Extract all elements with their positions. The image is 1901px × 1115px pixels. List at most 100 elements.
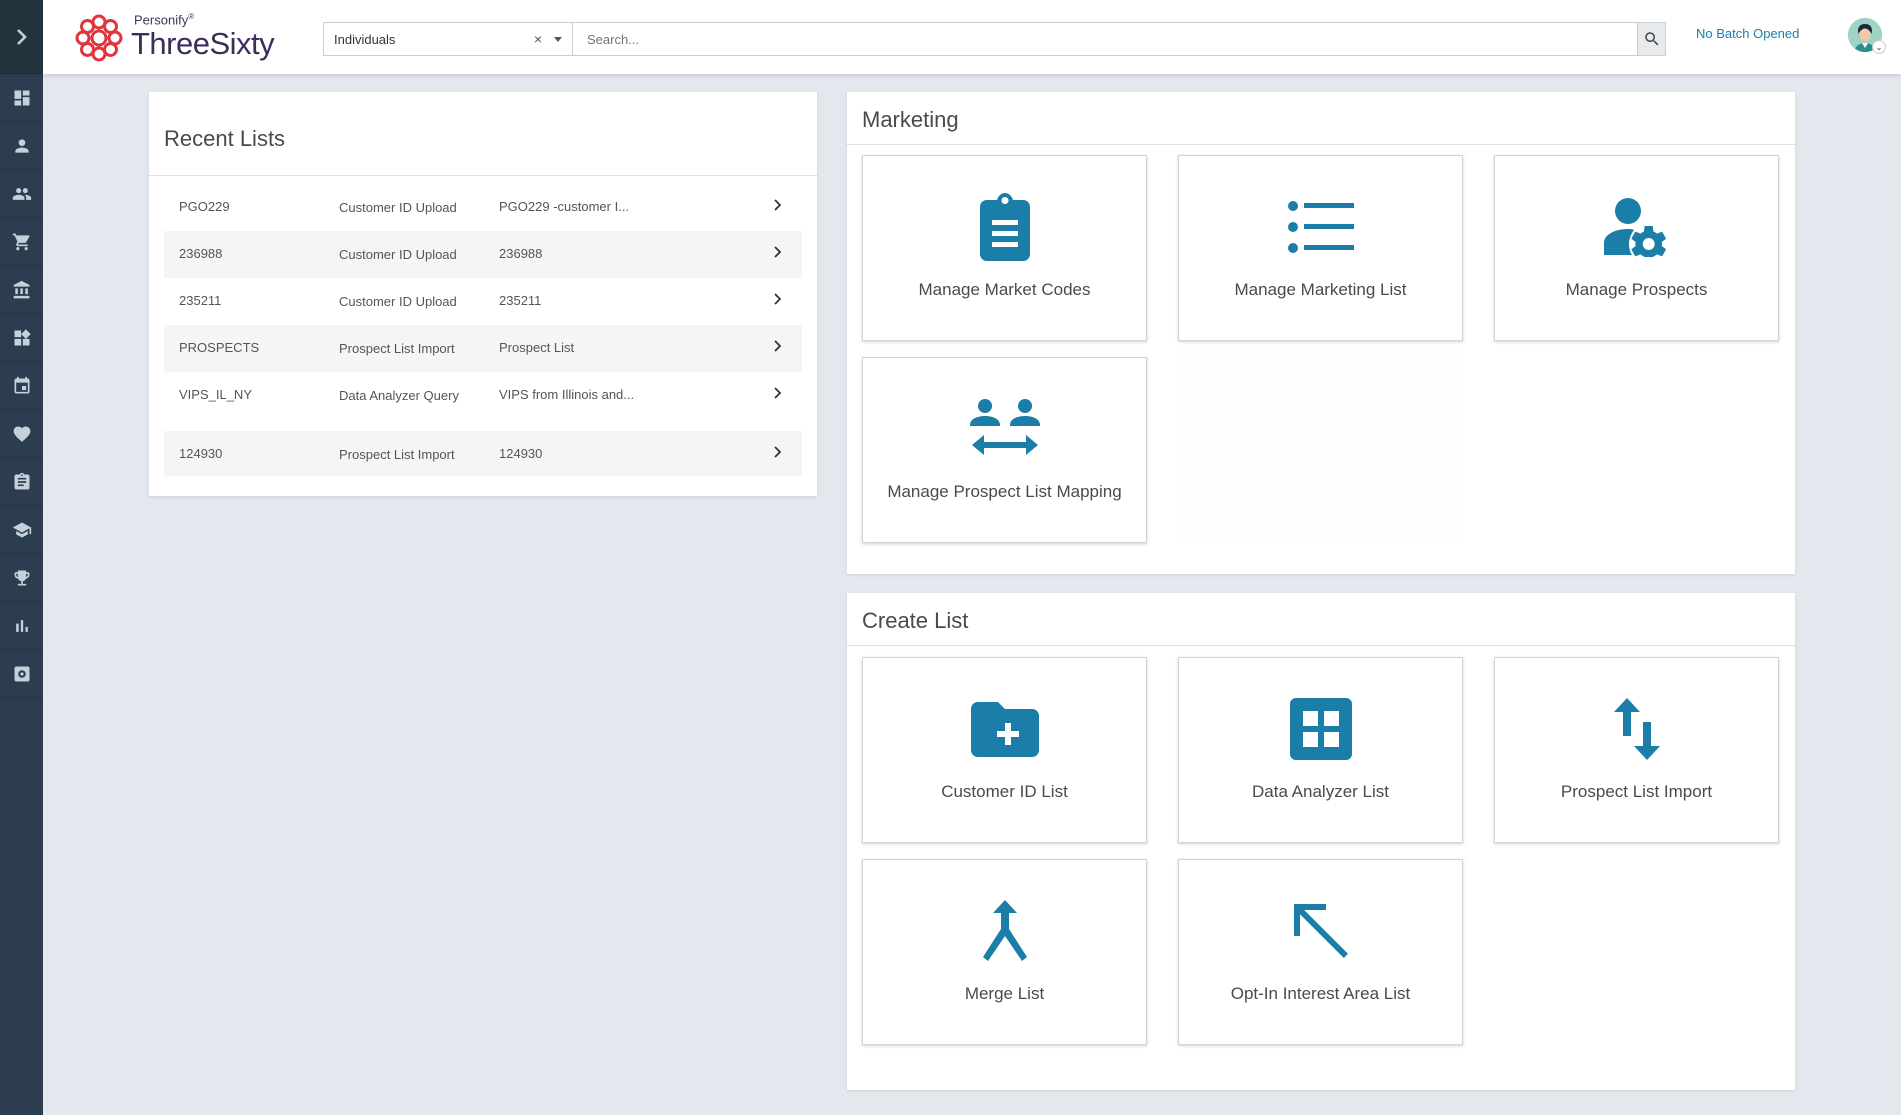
placeholder-tile [1178, 357, 1463, 543]
marketing-panel: Marketing Manage Market Codes Manage Mar… [847, 92, 1795, 574]
widgets-icon [14, 328, 31, 345]
list-type: Customer ID Upload [339, 247, 457, 262]
caret-down-icon[interactable] [554, 36, 562, 42]
list-description: 235211 [499, 293, 542, 308]
sidebar-item-events[interactable] [0, 362, 43, 410]
table-row[interactable]: 235211 Customer ID Upload 235211 [164, 278, 802, 325]
sidebar-item-groups[interactable] [0, 170, 43, 218]
avatar-chevron-down-icon[interactable]: ⌄ [1872, 40, 1886, 54]
logo-brand-small: Personify® [134, 12, 195, 28]
manage-market-codes-tile[interactable]: Manage Market Codes [862, 155, 1147, 341]
opt-in-interest-area-list-tile[interactable]: Opt-In Interest Area List [1178, 859, 1463, 1045]
marketing-title: Marketing [847, 92, 1795, 145]
sidebar [0, 0, 43, 1115]
merge-icon [982, 900, 1027, 961]
tile-label: Manage Marketing List [1234, 280, 1407, 299]
logo-wordmark: Personify® ThreeSixty [131, 12, 275, 62]
tile-label: Merge List [964, 984, 1045, 1003]
table-row[interactable]: VIPS_IL_NY Data Analyzer Query VIPS from… [164, 372, 802, 431]
chevron-right-icon [16, 28, 27, 45]
search-icon [1644, 32, 1658, 46]
sidebar-item-products[interactable] [0, 314, 43, 362]
list-description: Prospect List [499, 340, 575, 355]
sidebar-item-fundraising[interactable] [0, 410, 43, 458]
sidebar-item-marketing[interactable] [0, 458, 43, 506]
create-list-title: Create List [847, 593, 1795, 646]
calendar-icon [14, 376, 29, 393]
search-input[interactable] [573, 22, 1638, 56]
settings-box-icon [14, 666, 29, 681]
tile-label: Prospect List Import [1560, 782, 1713, 801]
customer-id-list-tile[interactable]: Customer ID List [862, 657, 1147, 843]
recent-lists-table: PGO229 Customer ID Upload PGO229 -custom… [164, 184, 802, 476]
sidebar-item-individual[interactable] [0, 122, 43, 170]
list-type: Customer ID Upload [339, 200, 457, 215]
clipboard-icon [14, 472, 29, 489]
sidebar-item-reports[interactable] [0, 602, 43, 650]
prospect-list-import-tile[interactable]: Prospect List Import [1494, 657, 1779, 843]
data-analyzer-list-tile[interactable]: Data Analyzer List [1178, 657, 1463, 843]
manage-prospects-tile[interactable]: Manage Prospects [1494, 155, 1779, 341]
top-header: Personify® ThreeSixty Individuals × No B… [43, 0, 1901, 74]
list-code: 236988 [179, 246, 223, 261]
tile-label: Manage Market Codes [918, 280, 1091, 299]
bank-icon [13, 280, 29, 298]
tile-label: Data Analyzer List [1251, 782, 1389, 801]
sidebar-item-education[interactable] [0, 506, 43, 554]
table-row[interactable]: PROSPECTS Prospect List Import Prospect … [164, 325, 802, 372]
recent-lists-title: Recent Lists [149, 92, 817, 176]
list-code: VIPS_IL_NY [179, 387, 252, 402]
graduation-cap-icon [12, 522, 31, 537]
list-icon [1287, 201, 1354, 253]
app-logo[interactable]: Personify® ThreeSixty [73, 10, 275, 66]
list-description: 124930 [499, 446, 543, 461]
chevron-right-icon[interactable] [767, 387, 787, 402]
table-row[interactable]: PGO229 Customer ID Upload PGO229 -custom… [164, 184, 802, 231]
tile-label: Manage Prospect List Mapping [887, 482, 1122, 501]
grid-box-icon [1289, 698, 1352, 760]
sidebar-item-awards[interactable] [0, 554, 43, 602]
sidebar-item-accounting[interactable] [0, 266, 43, 314]
list-type: Prospect List Import [339, 447, 455, 462]
chevron-right-icon[interactable] [767, 446, 787, 461]
arrow-up-left-icon [1293, 904, 1348, 958]
sidebar-item-orders[interactable] [0, 218, 43, 266]
tile-label: Opt-In Interest Area List [1230, 984, 1411, 1003]
create-list-panel: Create List Customer ID List Data Analyz… [847, 593, 1795, 1090]
personify-flower-icon [75, 14, 123, 62]
chevron-right-icon[interactable] [767, 246, 787, 261]
list-type: Customer ID Upload [339, 294, 457, 309]
list-code: PROSPECTS [179, 340, 260, 355]
trophy-icon [14, 570, 29, 585]
manage-marketing-list-tile[interactable]: Manage Marketing List [1178, 155, 1463, 341]
table-row[interactable]: 236988 Customer ID Upload 236988 [164, 231, 802, 278]
global-search: Individuals × [323, 22, 1666, 56]
batch-status-link[interactable]: No Batch Opened [1696, 26, 1799, 41]
heart-icon [13, 426, 30, 442]
clear-icon[interactable]: × [534, 31, 542, 47]
list-description: PGO229 -customer I... [499, 199, 630, 214]
chevron-right-icon[interactable] [767, 293, 787, 308]
sidebar-item-dashboard[interactable] [0, 74, 43, 122]
chevron-right-icon[interactable] [767, 199, 787, 214]
bar-chart-icon [15, 619, 28, 632]
list-code: PGO229 [179, 199, 230, 214]
search-scope-select[interactable]: Individuals × [323, 22, 573, 56]
manage-prospect-list-mapping-tile[interactable]: Manage Prospect List Mapping [862, 357, 1147, 543]
table-row[interactable]: 124930 Prospect List Import 124930 [164, 431, 802, 476]
list-type: Prospect List Import [339, 341, 455, 356]
search-scope-value: Individuals [334, 31, 396, 47]
search-button[interactable] [1638, 22, 1666, 56]
swap-vertical-icon [1613, 698, 1660, 760]
merge-list-tile[interactable]: Merge List [862, 859, 1147, 1045]
list-description: 236988 [499, 246, 543, 261]
sidebar-expand-button[interactable] [0, 0, 43, 74]
clipboard-list-icon [979, 193, 1030, 261]
list-description: VIPS from Illinois and... [499, 387, 635, 402]
sidebar-item-settings[interactable] [0, 650, 43, 698]
person-gear-icon [1603, 198, 1666, 257]
chevron-right-icon[interactable] [767, 340, 787, 355]
person-icon [14, 138, 29, 153]
list-code: 124930 [179, 446, 223, 461]
list-code: 235211 [179, 293, 222, 308]
